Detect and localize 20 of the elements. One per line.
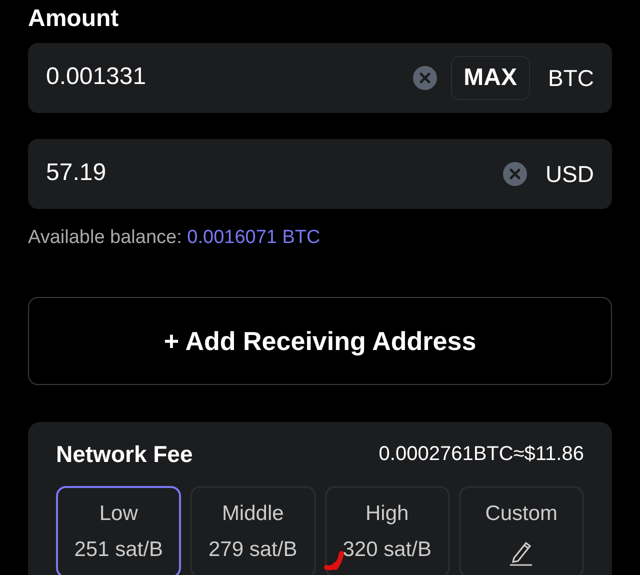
section-title: Amount [28, 4, 120, 34]
scribble-mark [324, 551, 344, 571]
amount-field[interactable]: 0.001331 MAX BTC [28, 43, 612, 113]
fee-option[interactable]: Middle 279 sat/B [190, 486, 316, 575]
amount-field[interactable]: 57.19 USD [28, 139, 612, 209]
fee-option[interactable]: Low 251 sat/B [56, 486, 182, 575]
fee-total: 0.0002761BTC≈$11.86 [378, 442, 584, 466]
add-address-button[interactable]: + Add Receiving Address [28, 297, 612, 385]
amount-input[interactable]: 0.001331 [46, 63, 399, 91]
max-button[interactable]: MAX [450, 56, 530, 100]
balance-label: Available balance: [28, 227, 183, 248]
fee-option[interactable]: Custom [458, 486, 584, 575]
clear-icon[interactable] [503, 162, 528, 186]
fee-title: Network Fee [56, 440, 193, 468]
fee-option[interactable]: High 320 sat/B [324, 486, 450, 575]
currency-unit: USD [545, 160, 594, 188]
clear-icon[interactable] [412, 66, 437, 90]
balance-value[interactable]: 0.0016071 BTC [187, 227, 320, 248]
currency-unit: BTC [548, 64, 594, 92]
amount-input[interactable]: 57.19 [46, 159, 490, 187]
